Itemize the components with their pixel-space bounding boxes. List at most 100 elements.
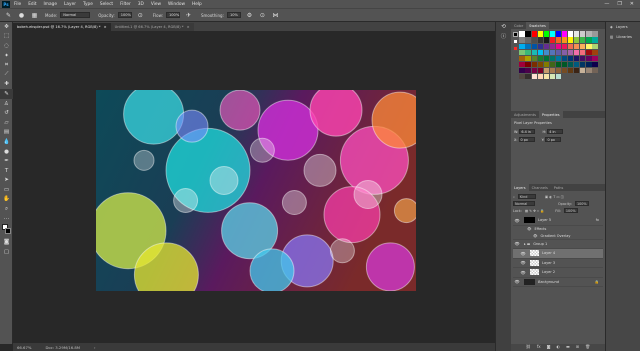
color-swatch[interactable]: [519, 31, 525, 37]
add-mask-icon[interactable]: ◙: [547, 344, 551, 351]
color-swatch[interactable]: [586, 67, 592, 74]
menu-edit[interactable]: Edit: [28, 2, 36, 7]
fg-bg-swatch[interactable]: [513, 31, 519, 105]
menu-help[interactable]: Help: [192, 2, 202, 7]
kind-filter-select[interactable]: Kind: [517, 194, 536, 199]
photoshop-logo-icon[interactable]: Ps: [2, 0, 10, 8]
new-group-icon[interactable]: ▬: [566, 344, 570, 351]
quick-mask-icon[interactable]: ◙: [0, 237, 13, 247]
color-swatch[interactable]: [555, 31, 562, 37]
color-swatch[interactable]: [568, 55, 574, 61]
color-swatch[interactable]: [531, 43, 537, 49]
color-swatch[interactable]: [586, 49, 592, 55]
color-swatch[interactable]: [561, 61, 568, 68]
tab-swatches[interactable]: Swatches: [526, 22, 549, 29]
color-swatch[interactable]: [543, 37, 549, 43]
color-swatch[interactable]: [561, 31, 568, 37]
color-swatch[interactable]: [525, 55, 531, 61]
tab-untitled-document[interactable]: Untitled-1 @ 66.7% (Layer 4, RGB/8) * ×: [110, 23, 194, 31]
color-swatch[interactable]: [543, 61, 549, 68]
fx-badge[interactable]: fx: [596, 218, 599, 222]
color-swatch[interactable]: [592, 61, 598, 68]
color-swatch[interactable]: [586, 43, 592, 49]
menu-layer[interactable]: Layer: [64, 2, 76, 7]
layer-row[interactable]: 👁 Layer 5 fx: [513, 216, 603, 226]
layer-row[interactable]: 👁 Layer 3: [513, 259, 603, 268]
color-swatch[interactable]: [580, 43, 586, 49]
flow-field[interactable]: 100%: [165, 12, 180, 18]
filter-icons[interactable]: ▣ ◐ T ▭ ◫: [545, 195, 564, 199]
tab-paths[interactable]: Paths: [551, 184, 567, 191]
color-swatch[interactable]: [519, 67, 525, 74]
crop-tool-icon[interactable]: ⌗: [0, 60, 13, 70]
color-swatch[interactable]: [568, 61, 574, 68]
edit-toolbar-icon[interactable]: ⋯: [0, 214, 13, 224]
color-swatch[interactable]: [537, 61, 543, 68]
color-swatch[interactable]: [555, 73, 562, 80]
screen-mode-icon[interactable]: ▢: [0, 247, 13, 257]
color-swatch[interactable]: [531, 31, 537, 37]
color-swatch[interactable]: [586, 37, 592, 43]
color-swatch[interactable]: [525, 43, 531, 49]
color-swatch[interactable]: [519, 61, 525, 68]
color-swatch[interactable]: [549, 73, 556, 80]
move-tool-icon[interactable]: ✥: [0, 22, 13, 32]
color-swatch[interactable]: [586, 61, 592, 68]
visibility-eye-icon[interactable]: 👁: [519, 251, 527, 256]
lasso-tool-icon[interactable]: ◌: [0, 41, 13, 51]
color-swatch[interactable]: [519, 37, 525, 43]
brush-settings-icon[interactable]: ▦: [30, 11, 39, 20]
fx-icon[interactable]: fx: [537, 344, 541, 351]
dock-layers[interactable]: ◈ Layers: [606, 22, 640, 32]
color-swatch[interactable]: [519, 73, 525, 80]
color-swatch[interactable]: [574, 55, 580, 61]
color-swatch[interactable]: [568, 31, 574, 37]
color-swatch[interactable]: [525, 67, 531, 74]
history-brush-tool-icon[interactable]: ↺: [0, 108, 13, 118]
color-swatch[interactable]: [580, 49, 586, 55]
color-swatch[interactable]: [561, 55, 568, 61]
brush-preset-picker-icon[interactable]: ●: [17, 11, 26, 20]
opacity-field[interactable]: 100%: [117, 12, 132, 18]
color-swatch[interactable]: [580, 67, 586, 74]
color-swatch[interactable]: [537, 49, 543, 55]
color-swatch[interactable]: [568, 37, 574, 43]
document-size[interactable]: Doc: 3.29M/16.8M: [45, 345, 80, 350]
tab-properties[interactable]: Properties: [538, 111, 563, 118]
color-swatches-icon[interactable]: [0, 223, 13, 237]
clone-stamp-tool-icon[interactable]: ♙: [0, 99, 13, 109]
color-swatch[interactable]: [580, 37, 586, 43]
zoom-level[interactable]: 66.67%: [17, 345, 31, 350]
link-layers-icon[interactable]: ⛓: [526, 344, 531, 351]
color-swatch[interactable]: [543, 43, 549, 49]
hand-tool-icon[interactable]: ✋: [0, 195, 13, 205]
color-swatch[interactable]: [537, 37, 543, 43]
color-swatch[interactable]: [586, 55, 592, 61]
tab-adjustments[interactable]: Adjustments: [511, 111, 539, 118]
fill-field[interactable]: 100%: [563, 208, 578, 213]
menu-filter[interactable]: Filter: [120, 2, 131, 7]
color-swatch[interactable]: [519, 55, 525, 61]
color-swatch[interactable]: [531, 73, 537, 80]
color-swatch[interactable]: [549, 67, 556, 74]
color-swatch[interactable]: [543, 31, 549, 37]
lock-icons[interactable]: ▦ ✎ ✥ ⌗ 🔒: [525, 209, 544, 213]
height-field[interactable]: 4 in: [547, 129, 564, 134]
visibility-eye-icon[interactable]: 👁: [513, 241, 521, 246]
color-swatch[interactable]: [543, 49, 549, 55]
tab-layers[interactable]: Layers: [511, 184, 529, 191]
delete-layer-icon[interactable]: 🗑: [585, 344, 590, 351]
color-swatch[interactable]: [568, 49, 574, 55]
airbrush-icon[interactable]: ✈: [184, 11, 193, 20]
menu-3d[interactable]: 3D: [138, 2, 144, 7]
menu-view[interactable]: View: [151, 2, 161, 7]
color-swatch[interactable]: [537, 73, 543, 80]
status-arrow-icon[interactable]: ›: [94, 345, 96, 350]
color-swatch[interactable]: [531, 67, 537, 74]
width-field[interactable]: 6.4 in: [519, 129, 536, 134]
layer-opacity-field[interactable]: 100%: [574, 201, 589, 206]
color-swatch[interactable]: [580, 55, 586, 61]
layer-effects-row[interactable]: 👁 Effects: [513, 226, 603, 233]
tab-channels[interactable]: Channels: [529, 184, 551, 191]
smoothing-field[interactable]: 10%: [226, 12, 241, 18]
